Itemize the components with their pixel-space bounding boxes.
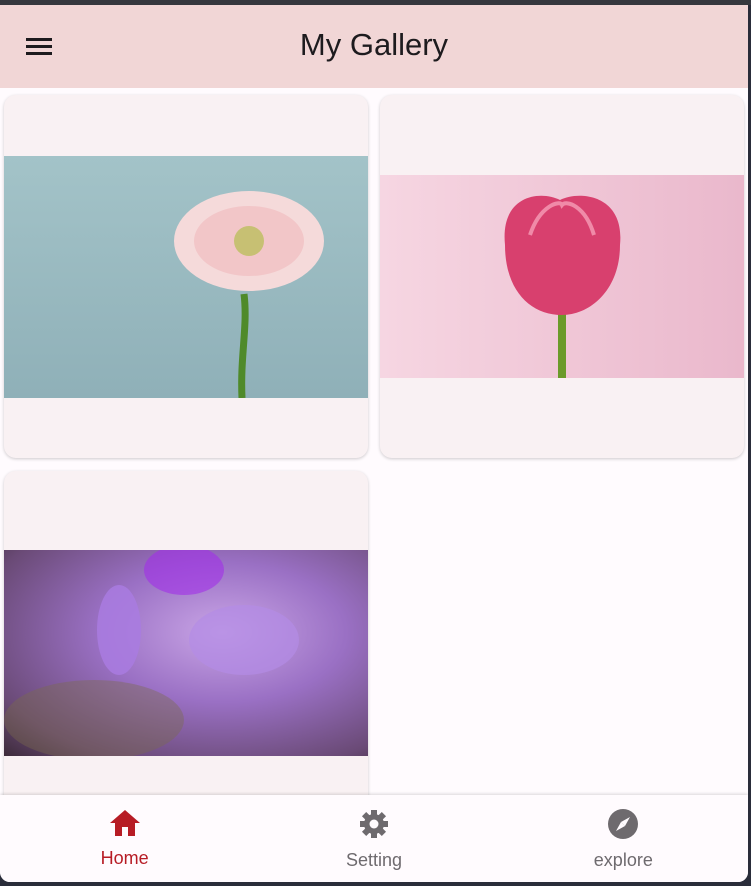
bottom-navigation: Home Setting explore xyxy=(0,795,748,882)
gear-icon xyxy=(359,810,388,838)
app-bar: My Gallery xyxy=(0,5,748,88)
app-window: My Gallery Home Setting explore xyxy=(0,5,748,882)
gallery-image-gerbera xyxy=(4,156,368,398)
home-icon xyxy=(109,810,140,836)
nav-item-setting[interactable]: Setting xyxy=(249,795,498,882)
nav-item-explore[interactable]: explore xyxy=(499,795,748,882)
gallery-card[interactable] xyxy=(380,95,744,458)
page-title: My Gallery xyxy=(299,27,449,62)
nav-label: Setting xyxy=(345,850,403,870)
compass-icon xyxy=(608,809,639,839)
gallery-image-crocus xyxy=(4,550,368,756)
nav-label: explore xyxy=(593,850,653,870)
gallery-image-tulip xyxy=(380,175,744,378)
gallery-card[interactable] xyxy=(4,471,368,834)
nav-item-home[interactable]: Home xyxy=(0,795,249,882)
gallery-card[interactable] xyxy=(4,95,368,458)
nav-label: Home xyxy=(100,848,149,868)
